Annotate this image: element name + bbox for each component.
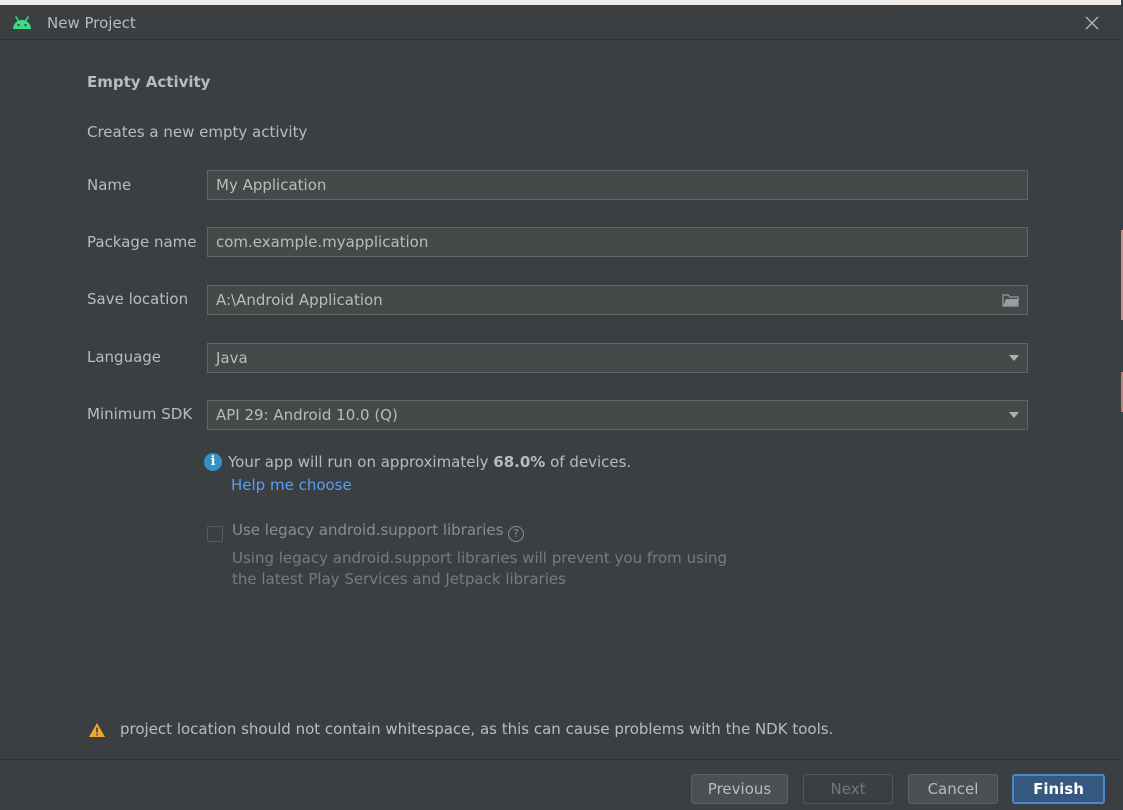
package-name-field[interactable] — [207, 227, 1028, 257]
close-icon[interactable] — [1081, 12, 1103, 34]
package-name-label: Package name — [87, 233, 197, 251]
legacy-help-line: Using legacy android.support libraries w… — [232, 549, 728, 567]
new-project-dialog: New Project Empty Activity Creates a new… — [0, 5, 1121, 810]
device-coverage-prefix: Your app will run on approximately — [228, 453, 494, 471]
save-location-value: A:\Android Application — [216, 291, 383, 309]
template-description: Creates a new empty activity — [87, 123, 308, 141]
warning-message: project location should not contain whit… — [120, 720, 834, 738]
device-coverage-percent: 68.0% — [493, 453, 546, 471]
device-coverage-text: Your app will run on approximately 68.0%… — [228, 453, 631, 471]
dialog-title: New Project — [47, 14, 136, 32]
name-field[interactable] — [207, 170, 1028, 200]
warning-icon — [89, 723, 105, 737]
help-me-choose-link[interactable]: Help me choose — [231, 476, 352, 494]
language-dropdown[interactable]: Java — [207, 343, 1028, 373]
legacy-support-help: Using legacy android.support libraries w… — [232, 548, 732, 590]
legacy-support-checkbox[interactable] — [207, 526, 223, 542]
name-label: Name — [87, 176, 132, 194]
next-button[interactable]: Next — [803, 774, 893, 804]
minimum-sdk-value: API 29: Android 10.0 (Q) — [216, 406, 398, 424]
question-icon[interactable]: ? — [508, 526, 524, 542]
language-label: Language — [87, 348, 162, 366]
cancel-button[interactable]: Cancel — [908, 774, 998, 804]
legacy-help-line: the latest Play Services and Jetpack lib… — [232, 570, 566, 588]
language-value: Java — [216, 349, 248, 367]
minimum-sdk-dropdown[interactable]: API 29: Android 10.0 (Q) — [207, 400, 1028, 430]
save-location-field[interactable]: A:\Android Application — [207, 285, 1028, 315]
finish-button[interactable]: Finish — [1012, 774, 1105, 804]
device-coverage-suffix: of devices. — [545, 453, 632, 471]
save-location-label: Save location — [87, 290, 189, 308]
footer-divider — [0, 759, 1121, 760]
folder-icon[interactable] — [1002, 293, 1020, 307]
info-icon: i — [204, 453, 222, 471]
template-heading: Empty Activity — [87, 73, 211, 91]
previous-button[interactable]: Previous — [691, 774, 788, 804]
title-bar: New Project — [0, 5, 1121, 40]
legacy-support-label: Use legacy android.support libraries — [232, 521, 504, 539]
chevron-down-icon — [1009, 412, 1019, 418]
android-icon — [13, 16, 31, 29]
minimum-sdk-label: Minimum SDK — [87, 405, 193, 423]
chevron-down-icon — [1009, 355, 1019, 361]
